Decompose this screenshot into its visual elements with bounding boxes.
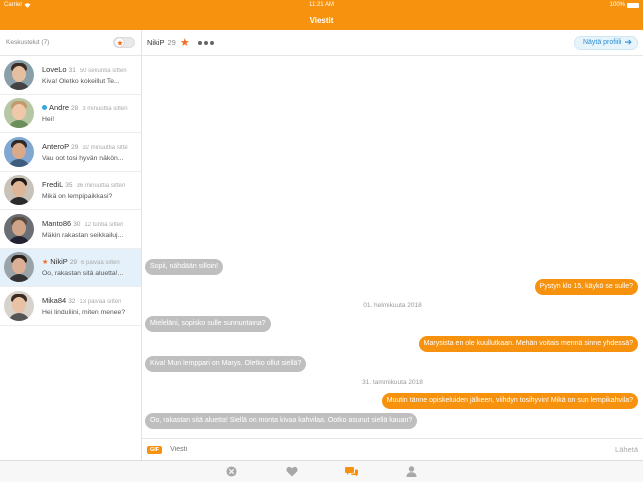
- chat-bubbles-icon: [345, 467, 358, 477]
- avatar: [4, 213, 34, 244]
- status-time: 11:21 AM: [309, 2, 334, 8]
- conversation-time: 36 minuuttia sitten: [76, 183, 126, 190]
- conversation-item[interactable]: FrediL 35 36 minuuttia sitten Mikä on le…: [0, 172, 141, 210]
- conversation-age: 29: [69, 259, 78, 267]
- avatar: [4, 98, 34, 129]
- conversation-time: 32 minuuttia sitte: [82, 144, 128, 151]
- message-incoming: Oo, rakastan sitä aluetta! Siellä on mon…: [145, 413, 418, 429]
- conversation-age: 30: [73, 220, 81, 228]
- conversation-preview: Mikä on lempipaikkasi?: [42, 193, 113, 201]
- conversation-time: 6 päivää sitten: [81, 260, 120, 267]
- conversation-name: NikiP: [50, 257, 68, 267]
- online-indicator-icon: [42, 105, 47, 111]
- chat-panel: NikiP 29 ★ Näytä profiili ➔ Sopii, nähdä…: [142, 30, 643, 460]
- conversation-age: 32: [68, 297, 76, 305]
- chat-partner-age: 29: [167, 38, 176, 47]
- message-incoming: Mieleläni, sopisko sulle sunnuntaina?: [145, 316, 271, 332]
- conversation-time: 3 minuuttia sitten: [82, 106, 128, 113]
- chat-header: NikiP 29 ★ Näytä profiili ➔: [142, 30, 643, 56]
- conversation-name: FrediL: [42, 180, 64, 190]
- status-bar: Carrier 11:21 AM 100%: [0, 0, 643, 10]
- star-icon: [116, 39, 123, 46]
- conversation-time: 50 sekuntia sitten: [79, 67, 127, 74]
- tab-likes[interactable]: [285, 465, 299, 479]
- avatar: [4, 252, 34, 283]
- conversation-item[interactable]: AnteroP 29 32 minuuttia sitte Vau oot to…: [0, 133, 141, 172]
- tab-bar: [0, 460, 643, 482]
- arrow-right-icon: ➔: [624, 37, 632, 47]
- page-title: Viestit: [309, 15, 334, 25]
- conversation-item-selected[interactable]: ★ NikiP 29 6 päivää sitten Oo, rakastan …: [0, 248, 141, 287]
- conversation-preview: Mäkin rakastan seikkailuj...: [42, 231, 124, 239]
- favorites-toggle[interactable]: [113, 37, 135, 48]
- tab-profile[interactable]: [405, 465, 419, 479]
- message-incoming: Sopii, nähdään silloin!: [145, 259, 224, 275]
- avatar: [4, 175, 34, 206]
- nav-bar: Viestit: [0, 10, 643, 30]
- avatar: [4, 136, 34, 167]
- chat-partner-name: NikiP: [147, 38, 165, 47]
- conversation-time: 12 tuntia sitten: [84, 221, 124, 228]
- message-input[interactable]: [170, 446, 616, 453]
- conversation-age: 31: [68, 66, 76, 74]
- conversation-time: 13 päivää sitten: [79, 298, 122, 305]
- conversation-name: Andre: [49, 103, 70, 113]
- conversation-age: 29: [71, 143, 79, 151]
- message-outgoing: Marysista en ole kuullutkaan. Mehän voit…: [418, 336, 638, 352]
- send-button[interactable]: Lähetä: [615, 445, 638, 454]
- more-options-icon[interactable]: [197, 40, 214, 45]
- conversation-preview: Hei linduliini, miten menee?: [42, 308, 126, 316]
- favorite-star-icon[interactable]: ★: [180, 36, 190, 49]
- message-outgoing: Pystyn klo 15, käykö se sulle?: [534, 279, 638, 295]
- conversation-item[interactable]: Manto86 30 12 tuntia sitten Mäkin rakast…: [0, 210, 141, 249]
- conversations-count: Keskustelut (7): [6, 39, 50, 46]
- avatar: [4, 290, 34, 321]
- date-separator: 01. helmikuuta 2018: [363, 302, 422, 309]
- message-list: Sopii, nähdään silloin! Pystyn klo 15, k…: [142, 56, 643, 438]
- message-incoming: Kiva! Mun lemppari on Marys. Oletko ollu…: [145, 356, 307, 372]
- conversation-age: 28: [71, 105, 79, 113]
- conversation-preview: Kiva! Oletko kokeillut Te...: [42, 77, 120, 85]
- conversation-preview: Vau oot tosi hyvän näkön...: [42, 154, 124, 162]
- close-circle-icon: [226, 466, 237, 477]
- conversation-age: 35: [65, 182, 73, 190]
- conversation-name: Mika84: [42, 295, 67, 305]
- toggle-knob: [115, 38, 124, 47]
- sidebar-header: Keskustelut (7): [0, 30, 141, 56]
- tab-messages[interactable]: [345, 465, 359, 479]
- message-outgoing: Muutin tänne opiskeluiden jälkeen, viihd…: [381, 393, 638, 409]
- tab-close[interactable]: [225, 465, 239, 479]
- compose-bar: GIF Lähetä: [142, 438, 643, 460]
- person-icon: [406, 466, 417, 477]
- conversation-preview: Oo, rakastan sitä aluetta!...: [42, 270, 124, 278]
- favorite-star-icon: ★: [42, 259, 49, 267]
- show-profile-label: Näytä profiili: [582, 39, 622, 46]
- conversation-item[interactable]: Andre 28 3 minuuttia sitten Hei!: [0, 95, 141, 133]
- conversation-preview: Hei!: [42, 116, 55, 124]
- conversation-item[interactable]: Mika84 32 13 päivää sitten Hei linduliin…: [0, 287, 141, 326]
- heart-icon: [285, 466, 298, 477]
- avatar: [4, 59, 34, 90]
- date-separator: 31. tammikuuta 2018: [362, 379, 423, 386]
- conversation-name: AnteroP: [42, 141, 70, 151]
- conversation-name: LoveLo: [42, 64, 67, 74]
- show-profile-button[interactable]: Näytä profiili ➔: [573, 35, 638, 50]
- conversation-item[interactable]: LoveLo 31 50 sekuntia sitten Kiva! Oletk…: [0, 56, 141, 95]
- gif-button[interactable]: GIF: [147, 445, 163, 454]
- conversation-name: Manto86: [42, 218, 72, 228]
- conversation-sidebar: Keskustelut (7) LoveLo 31 50 sekuntia si…: [0, 30, 142, 460]
